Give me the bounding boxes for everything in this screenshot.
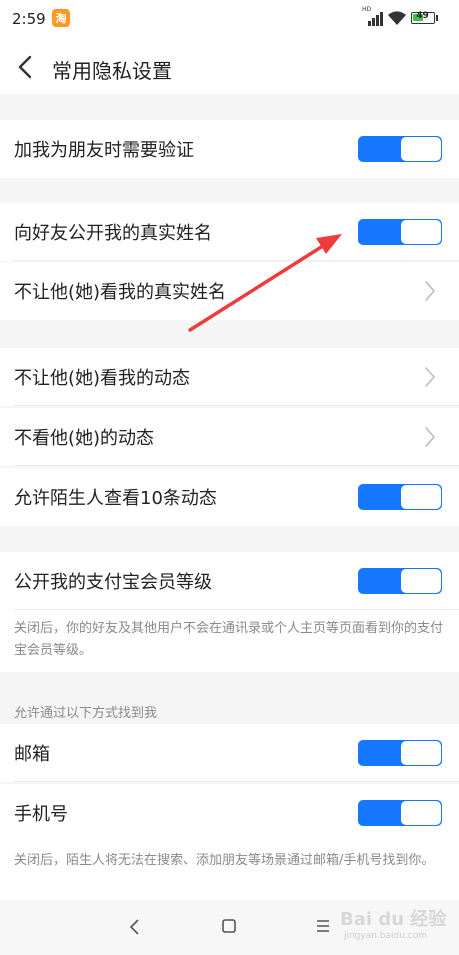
header: 常用隐私设置 <box>0 40 459 94</box>
taobao-notification-icon: 淘 <box>52 9 70 27</box>
divider <box>14 781 459 782</box>
divider <box>14 405 459 406</box>
row-show-member-level: 公开我的支付宝会员等级 <box>0 552 459 610</box>
back-triangle-icon[interactable] <box>128 918 140 936</box>
stranger-view-moments-toggle[interactable] <box>358 484 442 510</box>
row-label: 加我为朋友时需要验证 <box>14 140 194 161</box>
signal-icon <box>368 10 383 26</box>
row-show-real-name: 向好友公开我的真实姓名 <box>0 203 459 261</box>
row-find-by-phone: 手机号 <box>0 784 459 842</box>
row-label: 不看他(她)的动态 <box>14 428 155 449</box>
toggle-knob <box>401 569 441 593</box>
add-friend-verify-toggle[interactable] <box>358 136 442 162</box>
row-hide-real-name-from[interactable]: 不让他(她)看我的真实姓名 <box>0 262 459 320</box>
note-text: 关闭后，你的好友及其他用户不会在通讯录或个人主页等页面看到你的支付宝会员等级。 <box>14 621 444 658</box>
battery-tip <box>436 15 438 21</box>
find-me-section-header: 允许通过以下方式找到我 <box>14 706 158 721</box>
show-real-name-toggle[interactable] <box>358 219 442 245</box>
chevron-left-icon[interactable] <box>14 54 38 80</box>
row-stranger-view-moments: 允许陌生人查看10条动态 <box>0 468 459 526</box>
toggle-knob <box>401 485 441 509</box>
page-title: 常用隐私设置 <box>52 59 172 83</box>
chevron-right-icon <box>425 367 435 387</box>
watermark-url: jingyan.baidu.com <box>344 931 428 941</box>
divider <box>14 260 459 261</box>
status-time: 2:59 <box>12 10 46 28</box>
home-square-icon[interactable] <box>221 918 237 934</box>
row-label: 不让他(她)看我的真实姓名 <box>14 282 227 303</box>
find-me-note: 关闭后，陌生人将无法在搜索、添加朋友等场景通过邮箱/手机号找到你。 <box>0 842 459 900</box>
divider <box>14 465 459 466</box>
toggle-knob <box>401 801 441 825</box>
row-label: 不让他(她)看我的动态 <box>14 368 191 389</box>
find-by-email-toggle[interactable] <box>358 740 442 766</box>
toggle-knob <box>401 137 441 161</box>
battery-icon: 49 <box>411 11 435 24</box>
battery-level: 49 <box>416 11 429 21</box>
toggle-knob <box>401 741 441 765</box>
row-label: 允许陌生人查看10条动态 <box>14 488 217 509</box>
find-by-phone-toggle[interactable] <box>358 800 442 826</box>
toggle-knob <box>401 220 441 244</box>
menu-lines-icon[interactable] <box>315 919 331 933</box>
member-level-note: 关闭后，你的好友及其他用户不会在通讯录或个人主页等页面看到你的支付宝会员等级。 <box>0 610 459 672</box>
row-dont-view-moments[interactable]: 不看他(她)的动态 <box>0 408 459 466</box>
note-text: 关闭后，陌生人将无法在搜索、添加朋友等场景通过邮箱/手机号找到你。 <box>14 853 435 868</box>
baidu-jingyan-watermark: Bai du 经验 jingyan.baidu.com <box>340 903 452 951</box>
show-member-level-toggle[interactable] <box>358 568 442 594</box>
row-label: 手机号 <box>14 804 68 825</box>
row-label: 向好友公开我的真实姓名 <box>14 223 212 244</box>
row-label: 邮箱 <box>14 744 50 765</box>
chevron-right-icon <box>425 281 435 301</box>
row-find-by-email: 邮箱 <box>0 724 459 782</box>
row-add-friend-verify: 加我为朋友时需要验证 <box>0 120 459 178</box>
row-label: 公开我的支付宝会员等级 <box>14 572 212 593</box>
wifi-icon <box>388 11 406 25</box>
watermark-logo: Bai du 经验 <box>340 909 447 930</box>
status-bar: 2:59 淘 HD 49 <box>0 0 459 40</box>
chevron-right-icon <box>425 427 435 447</box>
row-hide-moments-from[interactable]: 不让他(她)看我的动态 <box>0 348 459 406</box>
